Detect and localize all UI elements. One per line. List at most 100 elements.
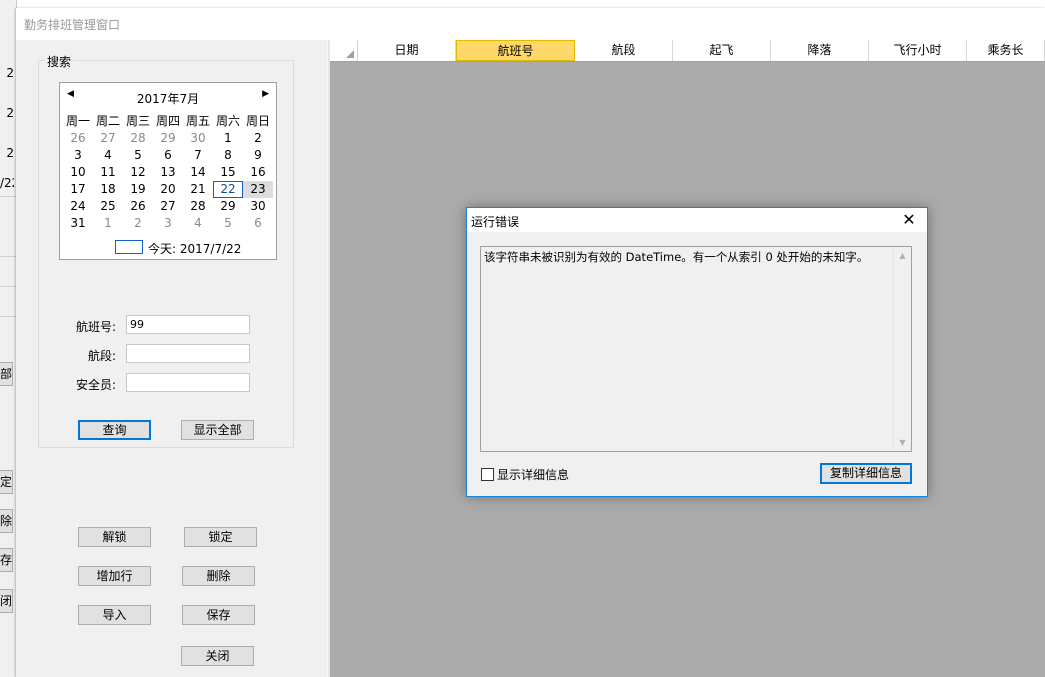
calendar-day[interactable]: 13 <box>153 164 183 181</box>
calendar-day[interactable]: 30 <box>183 130 213 147</box>
title-bar[interactable]: 勤务排班管理窗口 <box>16 8 1045 40</box>
calendar-day[interactable]: 23 <box>243 181 273 198</box>
next-month-icon[interactable]: ▶ <box>262 89 269 99</box>
segment-label: 航段: <box>87 349 116 363</box>
column-header[interactable]: 起飞 <box>673 40 771 61</box>
delete-button[interactable]: 删除 <box>182 566 255 586</box>
calendar-day[interactable]: 4 <box>183 215 213 232</box>
calendar-day[interactable]: 24 <box>63 198 93 215</box>
select-all-corner[interactable] <box>330 40 358 61</box>
show-all-button[interactable]: 显示全部 <box>181 420 254 440</box>
today-label: 今天: 2017/7/22 <box>148 242 242 256</box>
weekday-header: 周二 <box>95 114 120 128</box>
bg-button: 定 <box>0 470 13 494</box>
calendar-day[interactable]: 31 <box>63 215 93 232</box>
calendar-day[interactable]: 4 <box>93 147 123 164</box>
grid-header: 日期 航班号 航段 起飞 降落 飞行小时 乘务长 <box>330 40 1045 62</box>
calendar-day[interactable]: 1 <box>213 130 243 147</box>
calendar-day[interactable]: 5 <box>213 215 243 232</box>
bg-button: 全部 <box>0 362 13 386</box>
calendar-day[interactable]: 3 <box>63 147 93 164</box>
bg-fragment: /22 <box>0 176 14 190</box>
column-header[interactable]: 日期 <box>358 40 456 61</box>
dialog-title: 运行错误 <box>471 215 520 229</box>
lock-button[interactable]: 锁定 <box>184 527 257 547</box>
calendar-day[interactable]: 14 <box>183 164 213 181</box>
column-header[interactable]: 飞行小时 <box>869 40 967 61</box>
scroll-up-icon[interactable]: ▲ <box>894 251 911 260</box>
error-message: 该字符串未被识别为有效的 DateTime。有一个从索引 0 处开始的未知字。 <box>484 250 869 264</box>
calendar-day[interactable]: 28 <box>123 130 153 147</box>
calendar-month-label[interactable]: 2017年7月 <box>60 90 276 107</box>
calendar-day[interactable]: 29 <box>153 130 183 147</box>
flight-label: 航班号: <box>75 320 116 334</box>
bg-button: 除 <box>0 509 13 533</box>
calendar-day[interactable]: 30 <box>243 198 273 215</box>
security-officer-input[interactable] <box>126 373 250 392</box>
weekday-header: 周一 <box>65 114 90 128</box>
dialog-title-bar[interactable]: 运行错误 ✕ <box>467 208 927 232</box>
bg-button: 闭 <box>0 589 13 613</box>
query-button[interactable]: 查询 <box>78 420 151 440</box>
show-details-label[interactable]: 显示详细信息 <box>497 466 569 483</box>
close-button[interactable]: 关闭 <box>181 646 254 666</box>
calendar-day[interactable]: 8 <box>213 147 243 164</box>
window-title: 勤务排班管理窗口 <box>24 18 121 32</box>
calendar-day[interactable]: 21 <box>183 181 213 198</box>
column-header[interactable]: 降落 <box>771 40 869 61</box>
calendar-day[interactable]: 26 <box>63 130 93 147</box>
weekday-header: 周六 <box>215 114 240 128</box>
calendar-grid: 周一 周二 周三 周四 周五 周六 周日 26 27 28 29 30 1 2 3 4 5 6 7 8 9 10 11 12 1… <box>60 113 279 232</box>
calendar-day[interactable]: 15 <box>213 164 243 181</box>
copy-details-button[interactable]: 复制详细信息 <box>820 463 912 484</box>
bg-fragment: 2 <box>6 106 14 120</box>
bg-button: 存 <box>0 548 13 572</box>
calendar-day[interactable]: 9 <box>243 147 273 164</box>
today-marker-icon <box>115 240 143 254</box>
calendar-day[interactable]: 29 <box>213 198 243 215</box>
calendar-day[interactable]: 10 <box>63 164 93 181</box>
calendar-day[interactable]: 5 <box>123 147 153 164</box>
calendar-day[interactable]: 6 <box>153 147 183 164</box>
error-message-box[interactable]: 该字符串未被识别为有效的 DateTime。有一个从索引 0 处开始的未知字。 … <box>480 246 912 452</box>
bg-fragment: 2 <box>6 66 14 80</box>
weekday-header: 周三 <box>125 114 150 128</box>
column-header[interactable]: 航段 <box>575 40 673 61</box>
unlock-button[interactable]: 解锁 <box>78 527 151 547</box>
column-header[interactable]: 航班号 <box>456 40 575 61</box>
calendar-day[interactable]: 19 <box>123 181 153 198</box>
add-row-button[interactable]: 增加行 <box>78 566 151 586</box>
calendar-day[interactable]: 11 <box>93 164 123 181</box>
close-icon[interactable]: ✕ <box>899 210 919 230</box>
calendar-day[interactable]: 3 <box>153 215 183 232</box>
calendar-day[interactable]: 27 <box>153 198 183 215</box>
search-legend: 搜索 <box>45 53 74 70</box>
calendar-day[interactable]: 27 <box>93 130 123 147</box>
show-details-checkbox[interactable] <box>481 468 494 481</box>
calendar-day[interactable]: 20 <box>153 181 183 198</box>
calendar-day[interactable]: 28 <box>183 198 213 215</box>
calendar-day[interactable]: 18 <box>93 181 123 198</box>
calendar-day[interactable]: 2 <box>243 130 273 147</box>
message-scrollbar[interactable]: ▲ ▼ <box>893 247 911 451</box>
weekday-header: 周四 <box>155 114 180 128</box>
calendar-day[interactable]: 25 <box>93 198 123 215</box>
calendar-day[interactable]: 1 <box>93 215 123 232</box>
calendar-day[interactable]: 7 <box>183 147 213 164</box>
scroll-down-icon[interactable]: ▼ <box>894 438 911 447</box>
calendar-day[interactable]: 26 <box>123 198 153 215</box>
flight-number-input[interactable] <box>126 315 250 334</box>
calendar-day[interactable]: 2 <box>123 215 153 232</box>
segment-input[interactable] <box>126 344 250 363</box>
import-button[interactable]: 导入 <box>78 605 151 625</box>
save-button[interactable]: 保存 <box>182 605 255 625</box>
weekday-header: 周日 <box>245 114 270 128</box>
calendar-day[interactable]: 6 <box>243 215 273 232</box>
calendar-day[interactable]: 22 <box>213 181 243 198</box>
calendar-day[interactable]: 16 <box>243 164 273 181</box>
calendar-today[interactable]: 今天: 2017/7/22 <box>60 239 276 256</box>
calendar-day[interactable]: 12 <box>123 164 153 181</box>
column-header[interactable]: 乘务长 <box>967 40 1045 61</box>
month-calendar[interactable]: ◀ 2017年7月 ▶ 周一 周二 周三 周四 周五 周六 周日 26 27 28 29 30 1 2 3 4… <box>59 82 277 260</box>
calendar-day[interactable]: 17 <box>63 181 93 198</box>
